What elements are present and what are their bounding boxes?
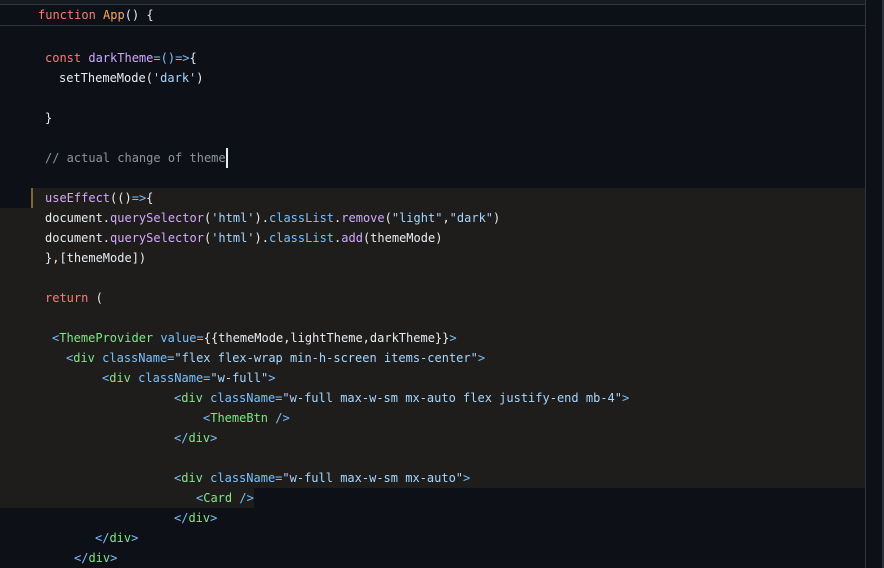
string: 'html': [211, 211, 255, 225]
keyword-const: const: [45, 51, 82, 65]
code-line[interactable]: },[themeMode]): [45, 248, 146, 268]
jsx-bracket: </: [95, 531, 110, 545]
sticky-scroll-header[interactable]: function App() {: [0, 5, 866, 26]
brace: {: [189, 51, 197, 65]
jsx-value: "flex flex-wrap min-h-screen items-cente…: [174, 351, 478, 365]
keyword-return: return: [45, 291, 89, 305]
code-line[interactable]: const darkTheme=()=>{: [45, 48, 197, 68]
jsx-bracket: />: [232, 491, 254, 505]
code-line[interactable]: return (: [45, 288, 103, 308]
paren: ((): [110, 191, 132, 205]
jsx-tag: div: [188, 511, 211, 525]
code-line[interactable]: <ThemeProvider value={{themeMode,lightTh…: [52, 328, 457, 348]
code-line[interactable]: </div>: [95, 528, 138, 548]
jsx-attr: value=: [153, 331, 204, 345]
paren: (: [88, 291, 103, 305]
jsx-attr: className=: [130, 371, 211, 385]
jsx-bracket: >: [449, 331, 457, 345]
jsx-tag: ThemeBtn: [210, 411, 269, 425]
paren: ): [196, 71, 204, 85]
code-line[interactable]: </div>: [174, 428, 217, 448]
jsx-bracket: </: [174, 431, 189, 445]
jsx-bracket: </: [174, 511, 189, 525]
jsx-bracket: >: [477, 351, 486, 365]
jsx-bracket: >: [210, 431, 218, 445]
call: setThemeMode(: [59, 71, 153, 85]
deps: },[themeMode]): [45, 251, 147, 265]
comment: // actual change of theme: [45, 151, 226, 165]
code-line[interactable]: <Card />: [196, 488, 254, 508]
object: document.: [45, 231, 111, 245]
jsx-bracket: >: [210, 511, 218, 525]
code-line[interactable]: document.querySelector ( 'html').classList…: [45, 208, 500, 228]
keyword-function: function: [38, 8, 96, 22]
arrow: =()=>: [153, 51, 190, 65]
property: classList: [269, 211, 335, 225]
object: document.: [45, 211, 111, 225]
paren: ).: [254, 211, 269, 225]
jsx-value: {{themeMode,lightTheme,darkTheme}}: [203, 331, 450, 345]
code-line[interactable]: // actual change of theme: [45, 148, 228, 168]
jsx-bracket: >: [268, 371, 276, 385]
code-line[interactable]: useEffect(()=>{: [45, 188, 153, 208]
method: querySelector: [110, 231, 204, 245]
code-line[interactable]: <ThemeBtn />: [203, 408, 290, 428]
jsx-value: "w-full": [210, 371, 269, 385]
string: 'html': [211, 231, 255, 245]
jsx-value: "w-full max-w-sm mx-auto flex justify-en…: [282, 391, 622, 405]
modified-line-indicator: [31, 188, 33, 208]
code-line[interactable]: </div>: [74, 548, 117, 568]
jsx-bracket: >: [463, 471, 471, 485]
jsx-tag: div: [73, 351, 95, 365]
jsx-bracket: </: [74, 551, 89, 565]
property: classList: [269, 231, 335, 245]
code-line[interactable]: </div>: [174, 508, 217, 528]
string: 'dark': [152, 71, 197, 85]
code-line[interactable]: <div className="flex flex-wrap min-h-scr…: [66, 348, 485, 368]
code-line[interactable]: <div className="w-full">: [102, 368, 275, 388]
comma: ,: [442, 211, 450, 225]
args: (themeMode): [362, 231, 443, 245]
jsx-bracket: >: [110, 551, 118, 565]
sticky-line[interactable]: function App() {: [38, 5, 154, 25]
string: "light": [391, 211, 443, 225]
code-line[interactable]: <div className="w-full max-w-sm mx-auto"…: [174, 468, 470, 488]
method: querySelector: [110, 211, 204, 225]
paren: ).: [254, 231, 269, 245]
vertical-scrollbar[interactable]: [865, 0, 883, 568]
jsx-tag: div: [181, 391, 203, 405]
function-signature: () {: [124, 8, 154, 22]
jsx-bracket: />: [268, 411, 290, 425]
jsx-tag: Card: [203, 491, 233, 505]
jsx-bracket: >: [621, 391, 630, 405]
paren: ): [493, 211, 501, 225]
jsx-tag: div: [88, 551, 111, 565]
brace: }: [45, 111, 53, 125]
function-name: App: [103, 8, 125, 22]
method: remove: [341, 211, 385, 225]
code-line[interactable]: <div className="w-full max-w-sm mx-auto …: [174, 388, 629, 408]
jsx-tag: ThemeProvider: [59, 331, 154, 345]
code-line[interactable]: document.querySelector('html').classList…: [45, 228, 442, 248]
text-cursor: [225, 148, 228, 168]
code-line[interactable]: }: [45, 108, 52, 128]
string: "dark": [449, 211, 494, 225]
jsx-bracket: >: [131, 531, 139, 545]
selection-highlight: [31, 188, 865, 208]
jsx-attr: className=: [94, 351, 175, 365]
jsx-tag: div: [188, 431, 211, 445]
function-call: useEffect: [45, 191, 111, 205]
jsx-attr: className=: [202, 471, 283, 485]
code-line[interactable]: setThemeMode('dark'): [59, 68, 204, 88]
jsx-tag: div: [109, 371, 131, 385]
jsx-attr: className=: [202, 391, 283, 405]
paren: (: [384, 211, 392, 225]
jsx-value: "w-full max-w-sm mx-auto": [282, 471, 464, 485]
jsx-tag: div: [181, 471, 203, 485]
identifier: darkTheme: [88, 51, 154, 65]
jsx-tag: div: [109, 531, 132, 545]
method: add: [341, 231, 363, 245]
brace: {: [146, 191, 154, 205]
arrow: =>: [131, 191, 147, 205]
